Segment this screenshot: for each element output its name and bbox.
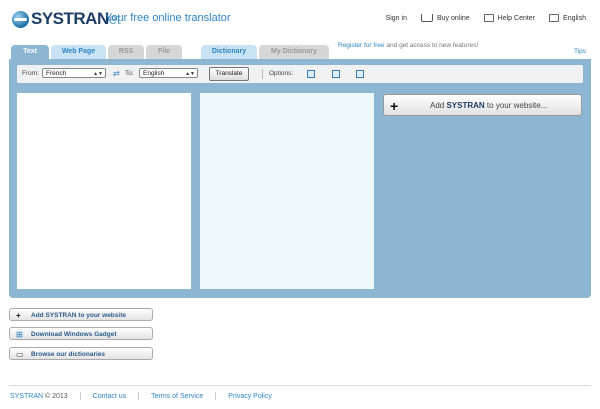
windows-icon: ⊞	[16, 330, 23, 339]
sign-in-link[interactable]: Sign in	[386, 15, 407, 22]
privacy-link[interactable]: Privacy Policy	[228, 393, 272, 400]
target-language-select[interactable]: English ▲▼	[139, 68, 198, 78]
source-text-input[interactable]	[17, 93, 191, 289]
register-prompt: Register for free and get access to new …	[338, 42, 479, 49]
footer-copyright: SYSTRAN © 2013	[10, 392, 68, 400]
globe-icon	[12, 10, 29, 28]
buy-online-link[interactable]: Buy online	[420, 14, 470, 22]
footer-divider	[9, 385, 591, 386]
language-selector[interactable]: English	[549, 14, 586, 22]
translation-toolbar: From: French ▲▼ ⇄ To: English ▲▼ Transla…	[17, 65, 583, 83]
plus-icon: +	[16, 311, 21, 320]
footer: SYSTRAN © 2013 Contact us Terms of Servi…	[10, 392, 272, 400]
tab-dictionary[interactable]: Dictionary	[201, 45, 257, 59]
add-systran-button[interactable]: + Add SYSTRAN to your website	[9, 308, 153, 321]
toolbar-divider	[262, 69, 263, 79]
select-arrow-icon: ▲▼	[185, 71, 195, 77]
layout-option-icon-3[interactable]	[356, 70, 364, 78]
book-icon: ▭	[16, 350, 24, 359]
translation-panel: From: French ▲▼ ⇄ To: English ▲▼ Transla…	[9, 59, 591, 298]
terms-link[interactable]: Terms of Service	[151, 393, 203, 400]
tab-web-page[interactable]: Web Page	[51, 45, 106, 59]
translated-text-output	[200, 93, 374, 289]
tab-text[interactable]: Text	[11, 45, 49, 59]
download-gadget-button[interactable]: ⊞ Download Windows Gadget	[9, 327, 153, 340]
top-links: Sign in Buy online Help Center English	[386, 14, 586, 22]
contact-link[interactable]: Contact us	[93, 393, 126, 400]
logo-main-text: SYSTRAN	[31, 9, 109, 28]
from-label: From:	[22, 70, 39, 77]
to-label: To:	[125, 70, 134, 77]
select-arrow-icon: ▲▼	[93, 71, 103, 77]
register-link[interactable]: Register for free	[338, 42, 385, 49]
language-icon	[549, 14, 560, 22]
browse-dictionaries-button[interactable]: ▭ Browse our dictionaries	[9, 347, 153, 360]
help-center-link[interactable]: Help Center	[483, 14, 535, 22]
plus-icon: +	[390, 98, 399, 114]
tab-my-dictionary[interactable]: My Dictionary	[259, 45, 329, 59]
layout-option-icon-1[interactable]	[307, 70, 315, 78]
swap-languages-icon[interactable]: ⇄	[113, 69, 122, 78]
tips-link[interactable]: Tips	[574, 48, 586, 55]
help-icon	[483, 14, 494, 22]
add-systran-website-button[interactable]: + Add SYSTRAN to your website...	[383, 94, 582, 116]
tab-file[interactable]: File	[146, 45, 182, 59]
tagline: Your free online translator	[105, 12, 231, 24]
cart-icon	[420, 14, 433, 22]
options-label: Options:	[269, 70, 294, 77]
source-language-select[interactable]: French ▲▼	[42, 68, 106, 78]
translate-button[interactable]: Translate	[209, 67, 249, 81]
systran-logo[interactable]: SYSTRAN et	[12, 8, 121, 30]
layout-option-icon-2[interactable]	[332, 70, 340, 78]
tab-rss[interactable]: RSS	[108, 45, 144, 59]
